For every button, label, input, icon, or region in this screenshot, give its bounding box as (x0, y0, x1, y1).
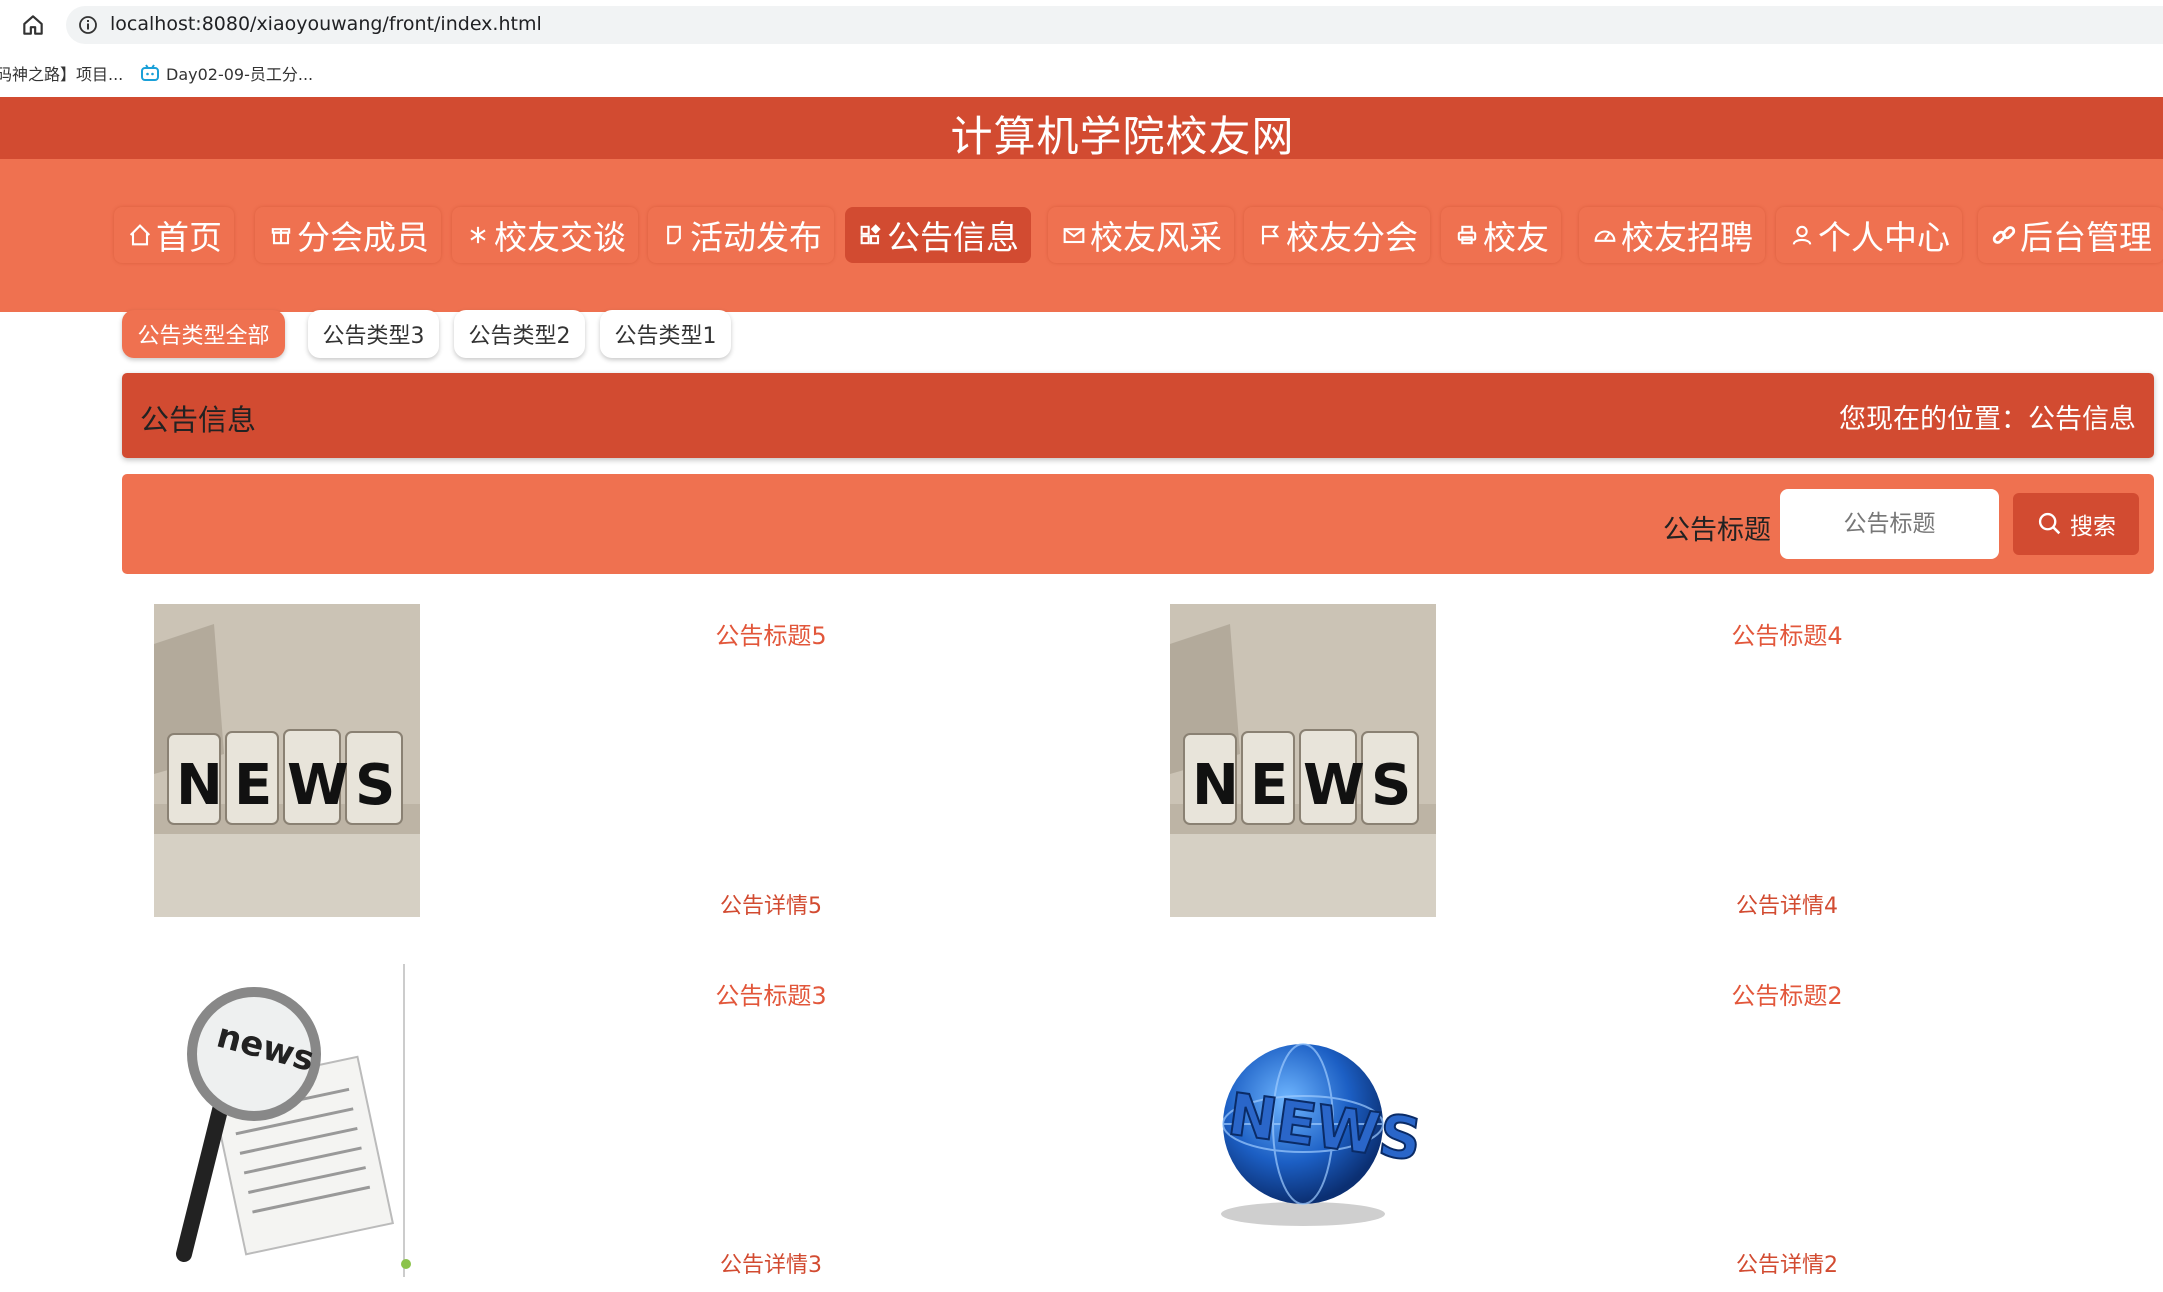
search-button-label: 搜索 (2070, 514, 2116, 540)
notice-image[interactable]: NEWS (1170, 964, 1436, 1277)
mail-icon (1063, 228, 1085, 244)
bookmark-item[interactable]: 码神之路】项目... (0, 61, 123, 85)
notice-title[interactable]: 公告标题3 (621, 976, 921, 1011)
nav-item-admin[interactable]: 后台管理 (1978, 207, 2163, 263)
bookmark-label: Day02-09-员工分... (166, 65, 314, 84)
breadcrumb: 您现在的位置：公告信息 (1839, 404, 2136, 435)
nav-label: 校友招聘 (1621, 218, 1753, 257)
search-bar: 公告标题 搜索 (122, 474, 2154, 574)
nav-label: 公告信息 (887, 218, 1019, 257)
notice-title[interactable]: 公告标题5 (621, 616, 921, 651)
notice-image[interactable]: NEWS (154, 604, 420, 917)
svg-text:E: E (1250, 753, 1288, 818)
link-icon (1992, 226, 2016, 244)
site-title: 计算机学院校友网 (950, 112, 1295, 161)
nav-label: 首页 (156, 218, 222, 257)
notice-title[interactable]: 公告标题4 (1637, 616, 1937, 651)
type-filter-2[interactable]: 公告类型2 (454, 310, 585, 358)
search-icon (2038, 512, 2061, 535)
nav-item-recruit[interactable]: 校友招聘 (1579, 207, 1765, 263)
nav-item-home[interactable]: 首页 (114, 207, 234, 263)
section-title: 公告信息 (140, 403, 257, 437)
notice-image[interactable]: news (154, 964, 420, 1277)
nav-label: 后台管理 (2020, 218, 2152, 257)
browser-toolbar: localhost:8080/xiaoyouwang/front/index.h… (0, 0, 2163, 50)
nav-item-notices[interactable]: 公告信息 (845, 207, 1031, 263)
notice-title[interactable]: 公告标题2 (1637, 976, 1937, 1011)
nav-item-chat[interactable]: 校友交谈 (452, 207, 638, 263)
nav-label: 分会成员 (297, 218, 429, 257)
bookmarks-bar: 码神之路】项目... Day02-09-员工分... (0, 52, 2163, 92)
nav-item-style[interactable]: 校友风采 (1048, 207, 1234, 263)
svg-text:W: W (287, 753, 349, 818)
nav-item-profile[interactable]: 个人中心 (1776, 207, 1962, 263)
home-icon (129, 224, 151, 246)
gauge-icon (1594, 230, 1616, 242)
type-filter-3[interactable]: 公告类型3 (308, 310, 439, 358)
nav-item-events[interactable]: 活动发布 (648, 207, 834, 263)
nav-item-alumni[interactable]: 校友 (1441, 207, 1561, 263)
snowflake-icon (470, 226, 486, 244)
gift-icon (271, 228, 291, 245)
svg-text:S: S (1371, 753, 1411, 818)
nav-label: 校友分会 (1286, 218, 1418, 257)
grid-icon (860, 224, 881, 245)
nav-item-members[interactable]: 分会成员 (255, 207, 441, 263)
news-blocks-image: NEWS (1170, 604, 1436, 917)
svg-text:S: S (355, 753, 395, 818)
note-icon (667, 225, 681, 245)
info-icon[interactable] (78, 15, 98, 35)
user-icon (1792, 225, 1812, 245)
type-filter-all[interactable]: 公告类型全部 (122, 310, 285, 358)
notice-detail[interactable]: 公告详情5 (621, 888, 921, 920)
address-bar[interactable]: localhost:8080/xiaoyouwang/front/index.h… (66, 6, 2163, 44)
svg-text:E: E (234, 753, 272, 818)
svg-text:N: N (176, 753, 223, 818)
flag-icon (1261, 225, 1280, 245)
printer-icon (1457, 225, 1477, 245)
search-label: 公告标题 (1663, 515, 1771, 546)
section-header: 公告信息 您现在的位置：公告信息 (122, 373, 2154, 458)
nav-label: 个人中心 (1818, 218, 1950, 257)
svg-text:W: W (1303, 753, 1365, 818)
svg-text:N: N (1192, 753, 1239, 818)
home-icon[interactable] (20, 12, 46, 38)
nav-label: 活动发布 (690, 218, 822, 257)
notice-image[interactable]: NEWS (1170, 604, 1436, 917)
nav-item-branches[interactable]: 校友分会 (1244, 207, 1430, 263)
type-filter-1[interactable]: 公告类型1 (600, 310, 731, 358)
site-header: 计算机学院校友网 (0, 97, 2163, 161)
nav-label: 校友风采 (1090, 218, 1222, 257)
notice-detail[interactable]: 公告详情2 (1637, 1247, 1937, 1279)
bookmark-item[interactable]: Day02-09-员工分... (140, 61, 313, 85)
main-nav: 首页 分会成员 校友交谈 活动发布 公告信息 校友风采 校友分会 校友 校友招聘… (0, 159, 2163, 312)
news-globe-image: NEWS (1170, 964, 1436, 1277)
news-magnifier-image: news (154, 964, 420, 1277)
notice-detail[interactable]: 公告详情4 (1637, 888, 1937, 920)
nav-label: 校友交谈 (494, 218, 626, 257)
url-text[interactable]: localhost:8080/xiaoyouwang/front/index.h… (110, 13, 542, 35)
nav-label: 校友 (1483, 218, 1549, 257)
bilibili-icon (141, 64, 159, 81)
search-button[interactable]: 搜索 (2013, 493, 2139, 555)
notice-detail[interactable]: 公告详情3 (621, 1247, 921, 1279)
news-blocks-image: NEWS (154, 604, 420, 917)
search-input[interactable] (1780, 489, 1999, 559)
